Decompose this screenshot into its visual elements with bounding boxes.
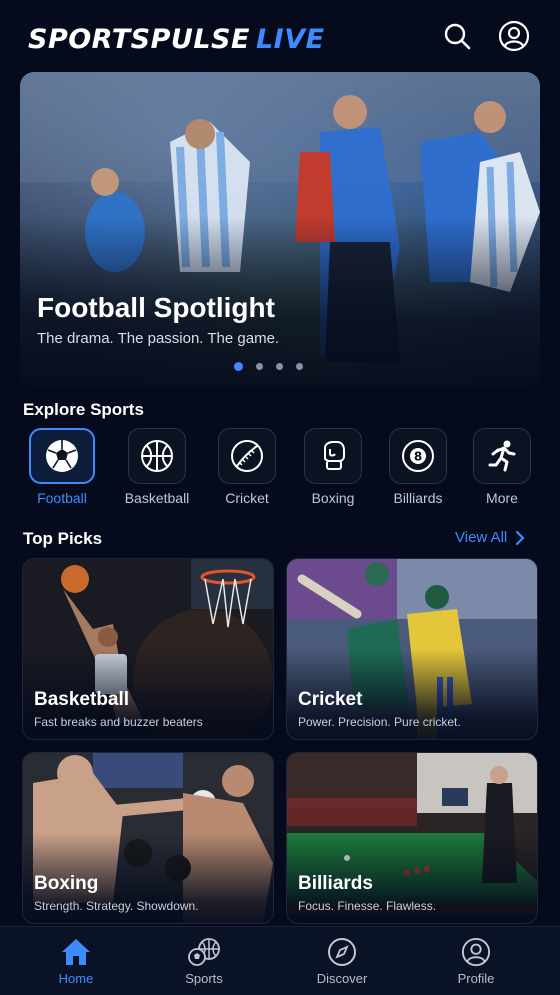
carousel-dot[interactable] xyxy=(276,363,283,370)
logo-live: LIVE xyxy=(255,24,325,55)
pick-card-basketball[interactable]: Basketball Fast breaks and buzzer beater… xyxy=(22,558,274,740)
card-subtitle: Focus. Finesse. Flawless. xyxy=(298,899,437,913)
search-button[interactable] xyxy=(441,20,473,52)
explore-sports-heading: Explore Sports xyxy=(23,400,144,419)
pick-card-boxing[interactable]: Boxing Strength. Strategy. Showdown. xyxy=(22,752,274,924)
nav-label: Home xyxy=(58,971,94,986)
app-logo[interactable]: SPORTSPULSE LIVE xyxy=(28,24,325,55)
running-person-icon xyxy=(488,440,516,472)
boxing-glove-icon xyxy=(324,441,345,470)
sport-football[interactable]: Football xyxy=(18,428,106,506)
nav-label: Sports xyxy=(185,971,223,986)
sport-more[interactable]: More xyxy=(458,428,546,506)
sport-icon-box xyxy=(304,428,362,484)
user-circle-icon xyxy=(498,20,530,52)
carousel-dot[interactable] xyxy=(256,363,263,370)
sport-boxing[interactable]: Boxing xyxy=(289,428,377,506)
search-icon xyxy=(444,23,471,50)
eight-ball-icon: 8 xyxy=(402,440,434,472)
view-all-link[interactable]: View All xyxy=(455,529,525,546)
chevron-right-icon xyxy=(516,530,525,545)
profile-button[interactable] xyxy=(498,20,530,52)
app-header: SPORTSPULSE LIVE xyxy=(0,0,560,72)
sport-icon-box xyxy=(29,428,95,484)
card-title: Cricket xyxy=(298,689,363,710)
carousel-indicator xyxy=(234,362,303,371)
view-all-label: View All xyxy=(455,529,508,546)
hero-banner[interactable]: Football Spotlight The drama. The passio… xyxy=(20,72,540,386)
sport-cricket[interactable]: Cricket xyxy=(203,428,291,506)
soccer-ball-icon xyxy=(46,440,78,472)
sport-icon-box: 8 xyxy=(389,428,447,484)
sports-balls-icon xyxy=(188,938,220,966)
pick-card-billiards[interactable]: Billiards Focus. Finesse. Flawless. xyxy=(286,752,538,924)
card-title: Billiards xyxy=(298,873,373,894)
sport-label: Billiards xyxy=(393,490,443,506)
sport-icon-box xyxy=(218,428,276,484)
nav-label: Discover xyxy=(316,971,368,986)
sport-label: Boxing xyxy=(311,490,355,506)
cricket-ball-icon xyxy=(231,440,263,472)
card-subtitle: Strength. Strategy. Showdown. xyxy=(34,899,199,913)
sports-category-list: Football Basketball Cricket Boxing 8 Bil… xyxy=(0,428,560,510)
pick-card-cricket[interactable]: Cricket Power. Precision. Pure cricket. xyxy=(286,558,538,740)
sport-label: Cricket xyxy=(225,490,269,506)
nav-home[interactable]: Home xyxy=(31,937,121,986)
user-circle-icon xyxy=(461,937,491,967)
sport-icon-box xyxy=(128,428,186,484)
sport-icon-box xyxy=(473,428,531,484)
hero-subtitle: The drama. The passion. The game. xyxy=(37,330,280,347)
sport-billiards[interactable]: 8 Billiards xyxy=(374,428,462,506)
compass-icon xyxy=(328,938,356,966)
nav-label: Profile xyxy=(457,971,495,986)
carousel-dot-active[interactable] xyxy=(234,362,243,371)
carousel-dot[interactable] xyxy=(296,363,303,370)
hero-title: Football Spotlight xyxy=(37,292,275,323)
svg-text:8: 8 xyxy=(414,450,422,464)
bottom-navigation: Home Sports Discover Profile xyxy=(0,926,560,995)
sport-label: Football xyxy=(37,490,87,506)
sport-label: Basketball xyxy=(124,490,190,506)
card-subtitle: Power. Precision. Pure cricket. xyxy=(298,715,461,729)
nav-sports[interactable]: Sports xyxy=(159,937,249,986)
card-title: Basketball xyxy=(34,689,130,710)
sport-basketball[interactable]: Basketball xyxy=(113,428,201,506)
card-title: Boxing xyxy=(34,873,99,894)
top-picks-heading: Top Picks xyxy=(23,529,103,548)
basketball-icon xyxy=(141,440,173,472)
card-subtitle: Fast breaks and buzzer beaters xyxy=(34,715,203,729)
sport-label: More xyxy=(486,490,518,506)
nav-profile[interactable]: Profile xyxy=(431,937,521,986)
nav-discover[interactable]: Discover xyxy=(297,937,387,986)
home-icon xyxy=(62,939,90,965)
logo-brand: SPORTSPULSE xyxy=(28,24,250,55)
